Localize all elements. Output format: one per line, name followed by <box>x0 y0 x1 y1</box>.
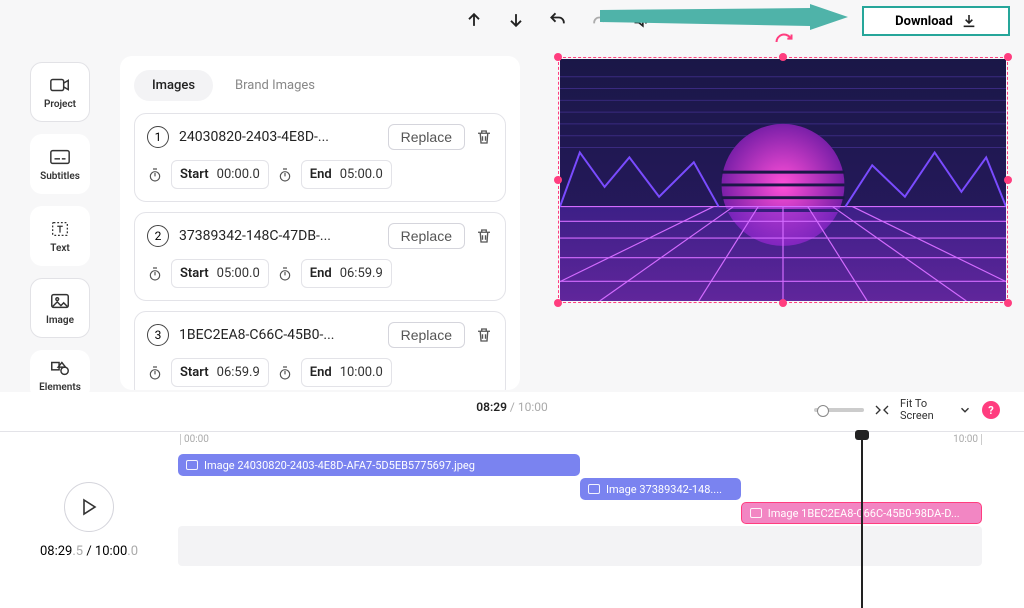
delete-button[interactable] <box>475 225 493 247</box>
elements-icon <box>49 358 71 378</box>
clip-label: Image 1BEC2EA8-C66C-45B0-98DA-D... <box>768 507 960 520</box>
image-icon <box>49 291 71 311</box>
clip-thumb-icon <box>588 484 600 494</box>
handle-w[interactable] <box>554 176 562 184</box>
replace-button[interactable]: Replace <box>388 124 465 150</box>
stopwatch-icon <box>277 167 293 183</box>
card-index: 3 <box>147 324 169 346</box>
tab-brand-images[interactable]: Brand Images <box>217 70 333 101</box>
handle-ne[interactable] <box>1004 53 1012 61</box>
card-index: 2 <box>147 225 169 247</box>
clip-thumb-icon <box>750 508 762 518</box>
sidebar: Project Subtitles Text Image Elements <box>30 62 90 400</box>
sidebar-item-subtitles[interactable]: Subtitles <box>30 134 90 194</box>
undo-button[interactable] <box>544 6 572 34</box>
subtitles-icon <box>49 147 71 167</box>
handle-sw[interactable] <box>554 299 562 307</box>
fit-icon <box>874 403 890 417</box>
move-down-button[interactable] <box>502 6 530 34</box>
help-button[interactable]: ? <box>982 401 1000 419</box>
replace-button[interactable]: Replace <box>388 322 465 348</box>
delete-button[interactable] <box>475 324 493 346</box>
card-filename: 1BEC2EA8-C66C-45B0-... <box>179 327 378 343</box>
timeline-clip[interactable]: Image 37389342-148.... <box>580 478 741 500</box>
download-icon <box>961 13 977 29</box>
canvas-preview[interactable] <box>556 55 1010 305</box>
image-card: 2 37389342-148C-47DB-... Replace Start05:00… <box>134 212 506 301</box>
start-time-input[interactable]: Start05:00.0 <box>171 259 269 288</box>
stopwatch-icon <box>147 167 163 183</box>
tab-images[interactable]: Images <box>134 70 213 101</box>
stopwatch-icon <box>147 266 163 282</box>
clip-thumb-icon <box>186 460 198 470</box>
timeline-header: 08:29 / 10:00 Fit To Screen ? <box>0 392 1024 432</box>
preview-image[interactable] <box>560 59 1006 301</box>
play-button[interactable] <box>64 482 114 532</box>
handle-se[interactable] <box>1004 299 1012 307</box>
sidebar-item-text[interactable]: Text <box>30 206 90 266</box>
fit-to-screen-button[interactable]: Fit To Screen <box>900 398 948 422</box>
image-card: 1 24030820-2403-4E8D-... Replace Start00:00… <box>134 113 506 202</box>
start-time-input[interactable]: Start06:59.9 <box>171 358 269 387</box>
handle-e[interactable] <box>1004 176 1012 184</box>
delete-button[interactable] <box>475 126 493 148</box>
download-button[interactable]: Download <box>862 6 1010 36</box>
image-card: 3 1BEC2EA8-C66C-45B0-... Replace Start06:59… <box>134 311 506 390</box>
sidebar-item-project[interactable]: Project <box>30 62 90 122</box>
clip-label: Image 24030820-2403-4E8D-AFA7-5D5EB57756… <box>204 459 475 472</box>
handle-n[interactable] <box>779 53 787 61</box>
end-time-input[interactable]: End05:00.0 <box>301 160 392 189</box>
volume-button[interactable] <box>628 6 656 34</box>
end-time-input[interactable]: End06:59.9 <box>301 259 392 288</box>
handle-nw[interactable] <box>554 53 562 61</box>
handle-s[interactable] <box>779 299 787 307</box>
stopwatch-icon <box>277 365 293 381</box>
stopwatch-icon <box>277 266 293 282</box>
chevron-down-icon[interactable] <box>958 403 972 417</box>
replace-button[interactable]: Replace <box>388 223 465 249</box>
zoom-slider[interactable] <box>814 408 864 412</box>
images-panel: Images Brand Images 1 24030820-2403-4E8D-… <box>120 56 520 390</box>
playbar-time: 08:29.5 / 10:00.0 <box>40 544 138 559</box>
sidebar-item-image[interactable]: Image <box>30 278 90 338</box>
timeline-time-display: 08:29 / 10:00 <box>476 400 548 414</box>
move-up-button[interactable] <box>460 6 488 34</box>
card-filename: 24030820-2403-4E8D-... <box>179 129 378 145</box>
card-index: 1 <box>147 126 169 148</box>
play-icon <box>81 498 97 516</box>
clip-label: Image 37389342-148.... <box>606 483 722 496</box>
text-icon <box>49 219 71 239</box>
timeline-clip[interactable]: Image 24030820-2403-4E8D-AFA7-5D5EB57756… <box>178 454 580 476</box>
camera-icon <box>49 75 71 95</box>
playhead[interactable] <box>861 432 863 608</box>
stopwatch-icon <box>147 365 163 381</box>
timeline: 08:29.5 / 10:00.0 00:00 10:00 Image 2403… <box>0 432 1024 608</box>
start-time-input[interactable]: Start00:00.0 <box>171 160 269 189</box>
redo-button[interactable] <box>586 6 614 34</box>
download-label: Download <box>895 14 953 29</box>
card-filename: 37389342-148C-47DB-... <box>179 228 378 244</box>
rotate-icon[interactable] <box>774 32 794 52</box>
end-time-input[interactable]: End10:00.0 <box>301 358 392 387</box>
timeline-tracks[interactable]: 00:00 10:00 Image 24030820-2403-4E8D-AFA… <box>178 432 982 608</box>
